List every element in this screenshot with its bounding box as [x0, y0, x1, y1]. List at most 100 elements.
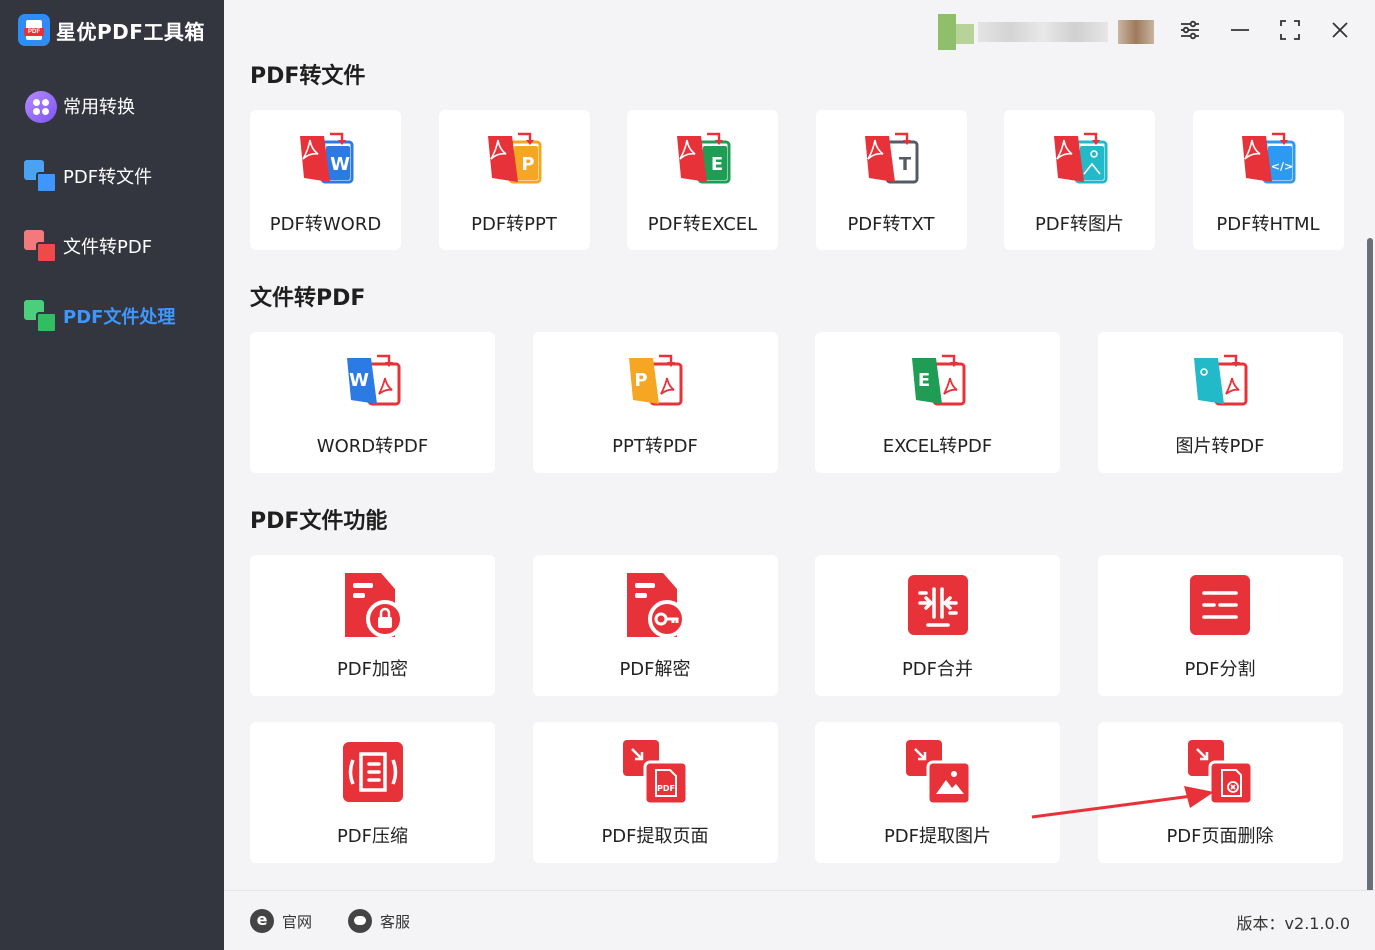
svg-text:T: T — [899, 154, 912, 175]
minimize-button[interactable] — [1224, 14, 1256, 46]
website-link[interactable]: e 官网 — [250, 909, 312, 933]
card-pdf-function-3[interactable]: PDF分割 — [1097, 555, 1343, 696]
key-icon — [623, 573, 687, 638]
sliders-icon — [1181, 20, 1199, 40]
section-title-file-to-pdf: 文件转PDF — [250, 286, 366, 311]
svg-text:W: W — [330, 154, 350, 175]
card-label: PDF合并 — [901, 659, 974, 680]
sidebar-item-common-convert[interactable]: 常用转换 — [24, 88, 135, 124]
card-label: PDF提取图片 — [883, 826, 992, 847]
logo-tag: PDF — [24, 28, 44, 36]
svg-text:E: E — [917, 370, 929, 391]
card-label: WORD转PDF — [316, 436, 429, 457]
sidebar-item-pdf-process[interactable]: PDF文件处理 — [24, 298, 175, 334]
support-link[interactable]: 客服 — [348, 909, 410, 933]
pdf-to-file-icon — [24, 159, 57, 193]
pdf-convert-icon: E — [671, 128, 735, 192]
card-pdf-to-file-1[interactable]: P PDF转PPT — [438, 110, 590, 250]
file-convert-icon — [1188, 350, 1252, 414]
sidebar-item-label: PDF文件处理 — [63, 307, 176, 328]
card-file-to-pdf-0[interactable]: W WORD转PDF — [250, 332, 495, 473]
lock-icon — [341, 573, 405, 638]
website-label: 官网 — [282, 912, 313, 931]
card-label: PDF加密 — [336, 659, 409, 680]
card-label: PDF提取页面 — [601, 826, 709, 847]
maximize-button[interactable] — [1274, 14, 1306, 46]
file-convert-icon: E — [906, 350, 970, 414]
card-label: PDF转WORD — [269, 214, 382, 235]
pdf-convert-icon: W — [294, 128, 358, 192]
card-file-to-pdf-2[interactable]: E EXCEL转PDF — [815, 332, 1060, 473]
extract-page-icon: PDF — [623, 740, 689, 806]
card-label: EXCEL转PDF — [882, 436, 993, 457]
card-pdf-function-0[interactable]: PDF加密 — [250, 555, 495, 696]
svg-text:W: W — [349, 370, 369, 391]
settings-button[interactable] — [1174, 14, 1206, 46]
svg-text:P: P — [521, 154, 534, 175]
pdf-process-icon — [24, 299, 57, 333]
card-label: 图片转PDF — [1175, 436, 1265, 457]
apps-icon — [24, 90, 57, 123]
compress-icon — [341, 740, 405, 804]
card-pdf-to-file-5[interactable]: </> PDF转HTML — [1192, 110, 1344, 250]
split-icon — [1188, 573, 1252, 637]
card-pdf-function-6[interactable]: PDF提取图片 — [815, 722, 1060, 863]
card-pdf-function-4[interactable]: PDF压缩 — [250, 722, 495, 863]
card-pdf-to-file-3[interactable]: T PDF转TXT — [815, 110, 967, 250]
section-title-pdf-to-file: PDF转文件 — [250, 64, 366, 89]
close-button[interactable] — [1324, 14, 1356, 46]
app-logo-icon: PDF — [18, 14, 50, 46]
svg-text:E: E — [710, 154, 722, 175]
card-pdf-to-file-4[interactable]: PDF转图片 — [1004, 110, 1155, 250]
card-pdf-to-file-2[interactable]: E PDF转EXCEL — [627, 110, 778, 250]
version-text: 版本：v2.1.0.0 — [1236, 914, 1350, 933]
maximize-icon — [1280, 20, 1300, 40]
card-label: PDF转EXCEL — [647, 214, 758, 235]
card-file-to-pdf-3[interactable]: 图片转PDF — [1097, 332, 1343, 473]
extract-image-icon — [905, 740, 971, 806]
file-to-pdf-icon — [24, 229, 57, 263]
card-label: PDF转HTML — [1216, 214, 1320, 235]
pdf-convert-icon: </> — [1236, 128, 1300, 192]
card-label: PDF页面删除 — [1166, 826, 1274, 847]
card-label: PDF压缩 — [336, 826, 409, 847]
sidebar-item-label: 常用转换 — [63, 97, 135, 118]
pdf-convert-icon: P — [482, 128, 546, 192]
scrollbar-thumb[interactable] — [1367, 238, 1373, 944]
svg-text:</>: </> — [1271, 160, 1293, 173]
sidebar-item-label: PDF转文件 — [63, 167, 153, 188]
card-label: PDF转PPT — [471, 214, 557, 235]
close-icon — [1332, 22, 1348, 38]
card-label: PDF转图片 — [1034, 214, 1125, 235]
card-pdf-function-2[interactable]: PDF合并 — [815, 555, 1060, 696]
file-convert-icon: W — [341, 350, 405, 414]
svg-text:P: P — [634, 370, 647, 391]
scrollbar[interactable] — [1366, 56, 1374, 944]
footer: e 官网 客服 版本：v2.1.0.0 — [224, 890, 1375, 950]
chat-bubble-icon — [348, 909, 372, 933]
merge-icon — [906, 573, 970, 637]
card-label: PPT转PDF — [612, 436, 698, 457]
file-convert-icon: P — [623, 350, 687, 414]
sidebar-item-file-to-pdf[interactable]: 文件转PDF — [24, 228, 152, 264]
user-account-blurred[interactable] — [938, 14, 1156, 50]
card-label: PDF解密 — [619, 659, 691, 680]
annotation-arrow-icon — [1031, 786, 1214, 819]
support-label: 客服 — [380, 912, 411, 931]
sidebar-item-label: 文件转PDF — [63, 237, 153, 258]
pdf-convert-icon: T — [859, 128, 923, 192]
card-pdf-to-file-0[interactable]: W PDF转WORD — [250, 110, 401, 250]
card-label: PDF转TXT — [847, 214, 935, 235]
sidebar: PDF 星优PDF工具箱 常用转换 PDF转文件 文件转PDF PDF文件处理 — [0, 0, 224, 950]
pdf-convert-icon — [1048, 128, 1112, 192]
app-title: 星优PDF工具箱 — [56, 19, 205, 44]
section-title-pdf-functions: PDF文件功能 — [250, 509, 388, 534]
browser-e-icon: e — [250, 909, 274, 933]
sidebar-item-pdf-to-file[interactable]: PDF转文件 — [24, 158, 152, 194]
svg-text:PDF: PDF — [657, 784, 675, 793]
card-label: PDF分割 — [1184, 659, 1256, 680]
card-pdf-function-1[interactable]: PDF解密 — [532, 555, 778, 696]
card-file-to-pdf-1[interactable]: P PPT转PDF — [532, 332, 778, 473]
card-pdf-function-5[interactable]: PDF PDF提取页面 — [532, 722, 778, 863]
brand: PDF 星优PDF工具箱 — [18, 14, 205, 46]
